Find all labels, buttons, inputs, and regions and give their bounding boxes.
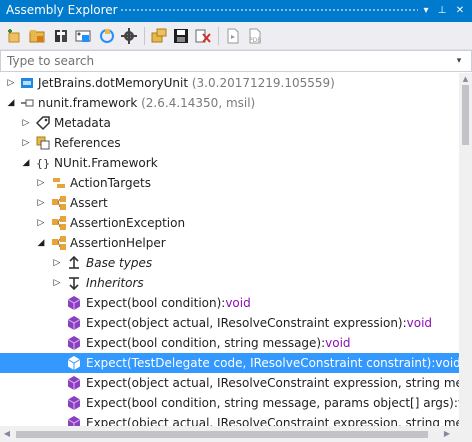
pin-icon[interactable]: ⊥ <box>434 2 450 20</box>
tree-node-label: NUnit.Framework <box>54 156 158 170</box>
assembly-icon <box>19 75 35 91</box>
tree-node-assert[interactable]: ▷ Assert <box>0 193 459 213</box>
window-title-bar: Assembly Explorer ▾ ⊥ ✕ <box>0 0 472 22</box>
tree-node-label: Expect(object actual, IResolveConstraint… <box>86 316 433 330</box>
tree-node-base-types[interactable]: ▷ Base types <box>0 253 459 273</box>
collapse-all-icon[interactable] <box>150 27 168 45</box>
tree-node-label: AssertionException <box>70 216 186 230</box>
export-pdb-icon[interactable]: PDB <box>246 27 264 45</box>
tree-node-method[interactable]: Expect(object actual, IResolveConstraint… <box>0 373 459 393</box>
tree-node-label: Expect(bool condition, string message, p… <box>86 396 459 410</box>
clear-list-icon[interactable] <box>194 27 212 45</box>
expand-arrow-icon[interactable]: ▷ <box>52 257 62 269</box>
expand-arrow-icon[interactable]: ▷ <box>52 277 62 289</box>
expand-arrow-icon[interactable]: ▷ <box>36 197 46 209</box>
tree-node-label: Assert <box>70 196 108 210</box>
method-icon <box>66 415 82 426</box>
expand-arrow-icon[interactable]: ▷ <box>36 217 46 229</box>
expand-arrow-icon[interactable]: ▷ <box>36 177 46 189</box>
collapse-arrow-icon[interactable]: ◢ <box>36 237 46 249</box>
save-assembly-list-icon[interactable] <box>172 27 190 45</box>
scroll-right-icon[interactable]: ▶ <box>440 426 454 442</box>
tree-node-method[interactable]: Expect(object actual, IResolveConstraint… <box>0 313 459 333</box>
horizontal-scrollbar[interactable]: ◀ ▶ <box>0 426 459 442</box>
method-icon <box>66 375 82 391</box>
tree-node-jetbrains-dotmemoryunit[interactable]: ▷ JetBrains.dotMemoryUnit (3.0.20171219.… <box>0 73 459 93</box>
tree-node-label: Expect(bool condition, string message):v… <box>86 336 351 350</box>
metadata-icon <box>35 115 51 131</box>
tree-node-nunit-framework-namespace[interactable]: ◢ {} NUnit.Framework <box>0 153 459 173</box>
tree-node-label: Inheritors <box>86 276 144 290</box>
open-from-folder-icon[interactable] <box>28 27 46 45</box>
tree-node-references[interactable]: ▷ References <box>0 133 459 153</box>
scroll-up-icon[interactable]: ▲ <box>459 73 472 85</box>
tree-node-nunit-framework[interactable]: ◢ nunit.framework (2.6.4.14350, msil) <box>0 93 459 113</box>
sync-with-editor-icon[interactable] <box>98 27 116 45</box>
settings-gear-icon[interactable] <box>120 27 138 45</box>
method-icon <box>66 395 82 411</box>
collapse-arrow-icon[interactable]: ◢ <box>6 97 16 109</box>
class-icon <box>51 235 67 251</box>
window-menu-dropdown-icon[interactable]: ▾ <box>418 2 434 20</box>
tree-node-label: nunit.framework (2.6.4.14350, msil) <box>38 96 256 110</box>
tree-node-label: Expect(object actual, IResolveConstraint… <box>86 376 459 390</box>
tree-node-assertionexception[interactable]: ▷ AssertionException <box>0 213 459 233</box>
search-dropdown-icon[interactable]: ▾ <box>451 52 467 70</box>
tree-node-assertionhelper[interactable]: ◢ AssertionHelper <box>0 233 459 253</box>
tree-node-method[interactable]: Expect(bool condition, string message, p… <box>0 393 459 413</box>
vertical-scrollbar[interactable]: ▲ <box>459 73 472 426</box>
tree-node-label: AssertionHelper <box>70 236 166 250</box>
namespace-icon: {} <box>35 155 51 171</box>
base-types-icon <box>66 255 82 271</box>
collapse-arrow-icon[interactable]: ◢ <box>21 157 31 169</box>
expand-arrow-icon[interactable]: ▷ <box>21 117 31 129</box>
class-icon <box>51 215 67 231</box>
tree-node-label: Expect(object actual, IResolveConstraint… <box>86 416 459 426</box>
tree-node-label: Metadata <box>54 116 111 130</box>
search-box: ▾ <box>0 50 472 72</box>
assembly-icon <box>19 95 35 111</box>
toolbar: PDB <box>0 22 472 50</box>
tree-node-inheritors[interactable]: ▷ Inheritors <box>0 273 459 293</box>
tree-node-label: References <box>54 136 121 150</box>
tree-node-actiontargets[interactable]: ▷ ActionTargets <box>0 173 459 193</box>
scroll-left-icon[interactable]: ◀ <box>0 426 14 442</box>
tree-node-metadata[interactable]: ▷ Metadata <box>0 113 459 133</box>
references-icon <box>35 135 51 151</box>
close-icon[interactable]: ✕ <box>452 2 468 20</box>
enum-icon <box>51 175 67 191</box>
open-from-gac-icon[interactable] <box>74 27 92 45</box>
tree-node-label: JetBrains.dotMemoryUnit (3.0.20171219.10… <box>38 76 335 90</box>
tree-node-method-selected[interactable]: Expect(TestDelegate code, IResolveConstr… <box>0 353 459 373</box>
tree-node-method[interactable]: Expect(bool condition, string message):v… <box>0 333 459 353</box>
tree-node-label: ActionTargets <box>70 176 151 190</box>
svg-text:PDB: PDB <box>249 37 261 44</box>
open-nuget-icon[interactable] <box>52 27 70 45</box>
svg-text:{}: {} <box>36 157 50 170</box>
toolbar-separator <box>218 27 219 45</box>
tree-node-label: Base types <box>86 256 153 270</box>
assembly-tree: ▷ JetBrains.dotMemoryUnit (3.0.20171219.… <box>0 73 459 426</box>
tree-node-label: Expect(bool condition):void <box>86 296 251 310</box>
scrollbar-corner <box>459 426 472 442</box>
search-input[interactable] <box>7 53 427 69</box>
method-icon <box>66 315 82 331</box>
expand-arrow-icon[interactable]: ▷ <box>6 77 16 89</box>
toolbar-separator <box>144 27 145 45</box>
open-assembly-icon[interactable] <box>6 27 24 45</box>
method-icon <box>66 295 82 311</box>
expand-arrow-icon[interactable]: ▷ <box>21 137 31 149</box>
method-icon <box>66 335 82 351</box>
inheritors-icon <box>66 275 82 291</box>
title-bar-grip[interactable] <box>120 8 418 13</box>
tree-node-method[interactable]: Expect(object actual, IResolveConstraint… <box>0 413 459 426</box>
method-icon <box>66 355 82 371</box>
export-project-icon[interactable] <box>224 27 242 45</box>
vertical-scroll-thumb[interactable] <box>462 85 469 145</box>
horizontal-scroll-thumb[interactable] <box>16 431 428 438</box>
window-title: Assembly Explorer <box>6 3 118 17</box>
class-icon <box>51 195 67 211</box>
tree-node-method[interactable]: Expect(bool condition):void <box>0 293 459 313</box>
tree-node-label: Expect(TestDelegate code, IResolveConstr… <box>86 356 459 370</box>
